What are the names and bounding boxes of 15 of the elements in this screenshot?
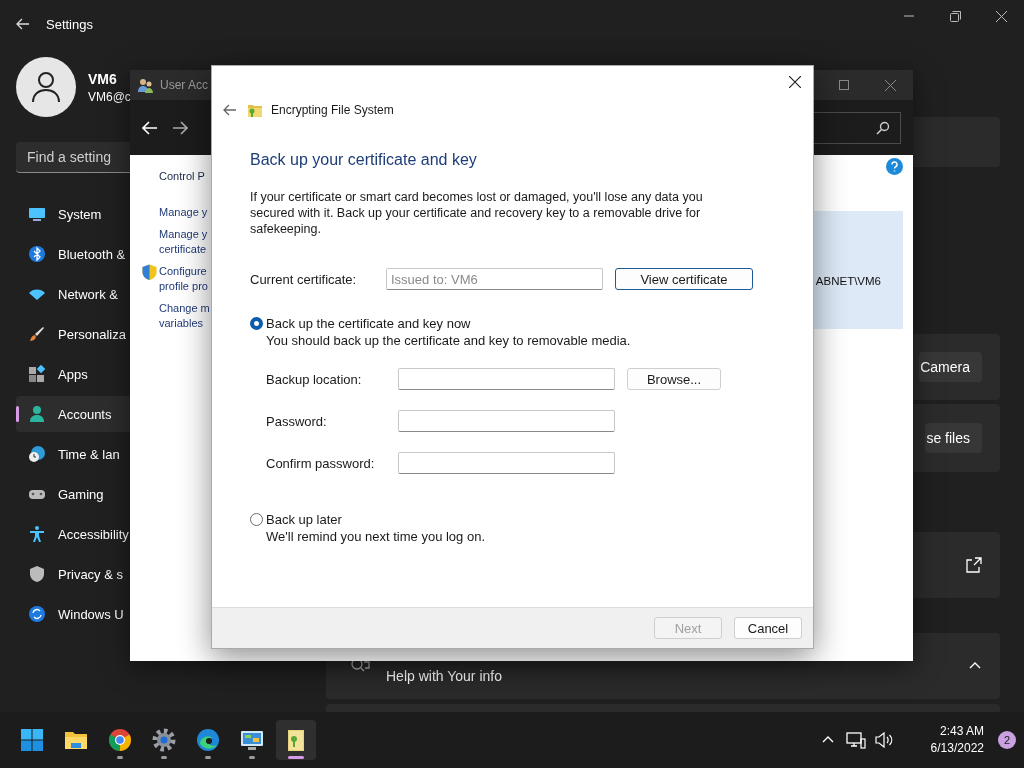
option-note: You should back up the certificate and key to removable media. bbox=[265, 332, 632, 350]
field-label: Backup location: bbox=[266, 371, 363, 387]
card-title: Help with Your info bbox=[386, 668, 502, 684]
page-heading: Back up your certificate and key bbox=[250, 150, 478, 170]
field-label: Current certificate: bbox=[250, 271, 358, 287]
account-name: ABNET\VM6 bbox=[815, 275, 881, 287]
user-name: VM6 bbox=[88, 70, 118, 87]
window-title: User Acc bbox=[160, 78, 208, 92]
field-label: Confirm password: bbox=[266, 455, 376, 471]
option-note: We'll remind you next time you log on. bbox=[265, 528, 486, 546]
dialog-title: Encrypting File System bbox=[271, 103, 394, 117]
intro-text: If your certificate or smart card becomes lost or damaged, you'll lose any data you secured with it. Back up your certificate and recovery key to a removable drive for safekeeping. bbox=[250, 189, 704, 237]
window-title: Settings bbox=[46, 16, 93, 32]
field-label: Password: bbox=[266, 413, 328, 429]
user-email: VM6@c bbox=[88, 89, 131, 104]
